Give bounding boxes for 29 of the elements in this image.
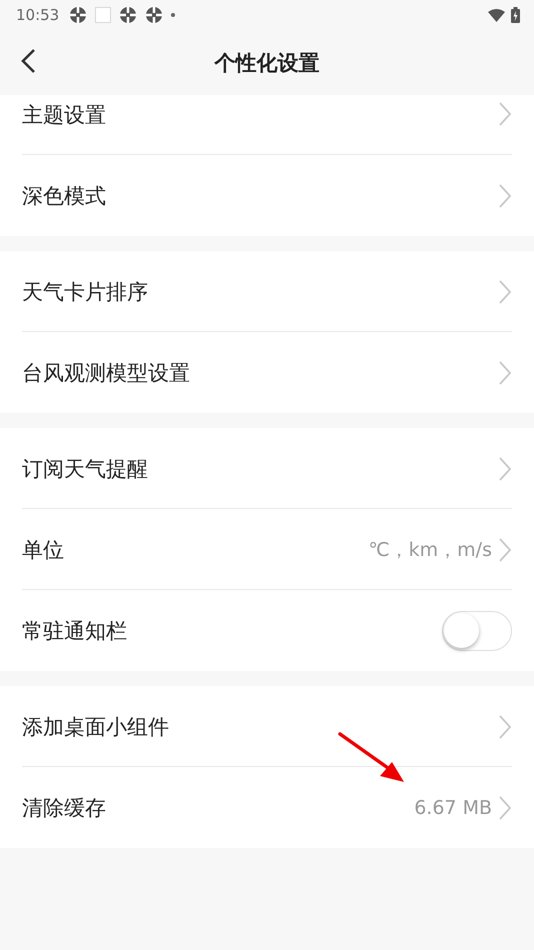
setting-label[interactable]: 订阅天气提醒 <box>22 454 148 482</box>
chevron-icon <box>498 278 512 304</box>
setting-label[interactable]: 深色模式 <box>22 182 106 210</box>
setting-label[interactable]: 清除缓存 <box>22 794 106 822</box>
setting-value: 6.67 MB <box>414 796 492 818</box>
chevron-icon <box>498 794 512 820</box>
setting-label[interactable]: 单位 <box>22 536 64 564</box>
dot-icon <box>171 13 176 17</box>
page-title: 个性化设置 <box>214 50 320 76</box>
notification-icon <box>95 7 112 23</box>
notification-icon <box>145 6 164 24</box>
setting-label[interactable]: 常驻通知栏 <box>22 616 127 644</box>
setting-label[interactable]: 添加桌面小组件 <box>22 712 169 740</box>
setting-label[interactable]: 主题设置 <box>22 101 106 129</box>
battery-icon <box>511 7 520 23</box>
setting-value: ℃，km，m/s <box>368 538 492 562</box>
chevron-icon <box>498 536 512 562</box>
setting-label[interactable]: 天气卡片排序 <box>22 278 148 306</box>
toggle-switch[interactable] <box>442 610 512 650</box>
chevron-icon <box>498 360 512 386</box>
status-time: 10:53 <box>16 6 60 24</box>
setting-label[interactable]: 台风观测模型设置 <box>22 358 190 386</box>
notification-icon <box>119 6 138 24</box>
chevron-icon <box>498 101 512 127</box>
wifi-icon <box>488 8 505 22</box>
chevron-icon <box>498 456 512 482</box>
chevron-icon <box>498 714 512 740</box>
chevron-icon <box>498 182 512 208</box>
notification-icon <box>69 6 88 24</box>
